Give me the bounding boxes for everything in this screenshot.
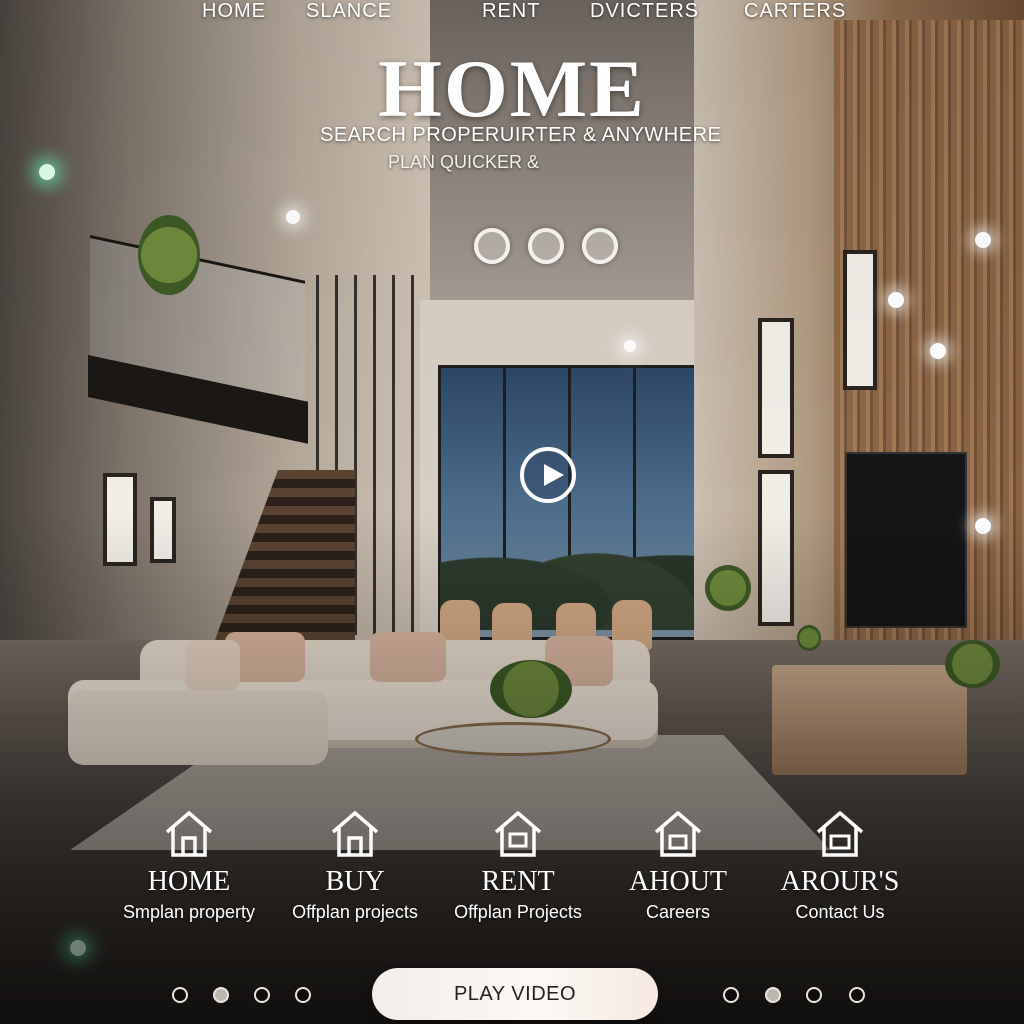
play-icon[interactable] (520, 447, 576, 503)
hero-subtitle: SEARCH PROPERUIRTER & ANYWHERE (320, 124, 722, 146)
category-title: RENT (481, 866, 555, 897)
house-icon (331, 811, 379, 857)
category-link[interactable]: Offplan Projects (433, 902, 603, 923)
category-title: AHOUT (629, 866, 727, 897)
pager-dot[interactable] (723, 987, 739, 1003)
pager-dot[interactable] (172, 987, 188, 1003)
category-about[interactable]: AHOUT Careers (593, 808, 763, 923)
nav-item-home[interactable]: HOME (202, 0, 266, 23)
slider-dot[interactable] (474, 228, 510, 264)
category-title: BUY (325, 866, 385, 897)
house-icon (816, 811, 864, 857)
category-link[interactable]: Careers (593, 902, 763, 923)
pager-dot[interactable] (213, 987, 229, 1003)
category-link[interactable]: Smplan property (104, 902, 274, 923)
nav-item-dvicters[interactable]: DVICTERS (590, 0, 699, 23)
nav-item-carters[interactable]: CARTERS (744, 0, 846, 23)
nav-item-slance[interactable]: SLANCE (306, 0, 392, 23)
category-buy[interactable]: BUY Offplan projects (270, 808, 440, 923)
hero-title: HOME (378, 43, 646, 134)
category-contact[interactable]: AROUR'S Contact Us (755, 808, 925, 923)
hero-subtitle-secondary: PLAN QUICKER & (388, 152, 540, 172)
pager-dot[interactable] (765, 987, 781, 1003)
category-title: HOME (147, 866, 231, 897)
category-home[interactable]: HOME Smplan property (104, 808, 274, 923)
play-video-button[interactable]: PLAY VIDEO (372, 968, 658, 1020)
pager-dot[interactable] (254, 987, 270, 1003)
house-icon (494, 811, 542, 857)
slider-dot[interactable] (528, 228, 564, 264)
pager-dot[interactable] (295, 987, 311, 1003)
house-icon (165, 811, 213, 857)
house-icon (654, 811, 702, 857)
category-link[interactable]: Contact Us (755, 902, 925, 923)
category-title: AROUR'S (780, 866, 900, 897)
top-nav: HOME SLANCE RENT DVICTERS CARTERS (200, 0, 860, 26)
pager-dot[interactable] (849, 987, 865, 1003)
category-rent[interactable]: RENT Offplan Projects (433, 808, 603, 923)
nav-item-rent[interactable]: RENT (482, 0, 540, 23)
category-link[interactable]: Offplan projects (270, 902, 440, 923)
slider-dot[interactable] (582, 228, 618, 264)
pager-dot[interactable] (806, 987, 822, 1003)
